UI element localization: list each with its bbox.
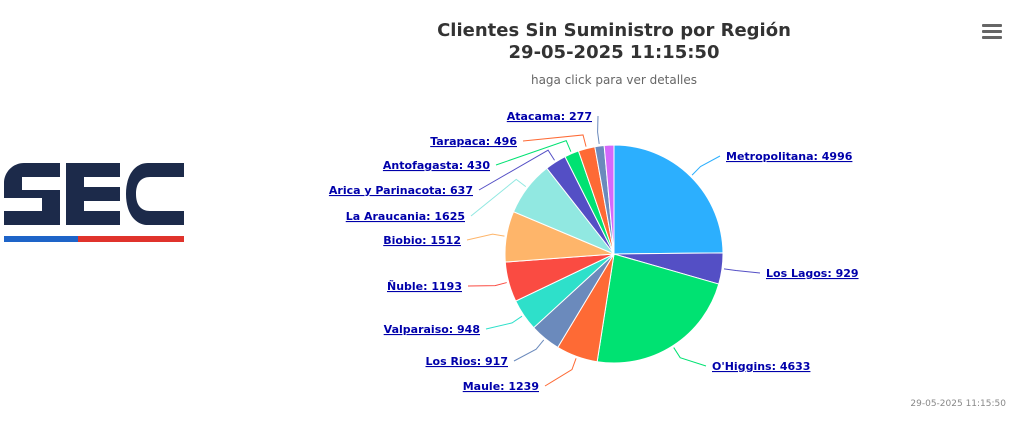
pie-connector-7 xyxy=(466,233,505,241)
pie-data-label[interactable]: Biobio: 1512 xyxy=(383,234,461,247)
pie-data-label[interactable]: Arica y Parinacota: 637 xyxy=(329,184,473,197)
pie-data-label[interactable]: Los Lagos: 929 xyxy=(766,267,859,280)
pie-connector-5 xyxy=(485,315,523,330)
pie-data-label[interactable]: Tarapaca: 496 xyxy=(430,135,517,148)
pie-connector-12 xyxy=(597,115,600,145)
pie-data-label[interactable]: La Araucania: 1625 xyxy=(346,210,465,223)
pie-data-label[interactable]: O'Higgins: 4633 xyxy=(712,360,810,373)
pie-connector-6 xyxy=(467,282,507,287)
pie-slices xyxy=(504,144,724,364)
pie-connector-3 xyxy=(544,358,577,387)
chart-timestamp: 29-05-2025 11:15:50 xyxy=(910,399,1006,409)
pie-slice-metropolitana[interactable] xyxy=(613,144,724,255)
pie-connector-4 xyxy=(513,339,545,362)
pie-connector-2 xyxy=(673,347,707,367)
pie-connector-1 xyxy=(723,268,761,274)
pie-data-label[interactable]: Antofagasta: 430 xyxy=(383,159,490,172)
pie-data-label[interactable]: Valparaiso: 948 xyxy=(384,323,480,336)
pie-data-label[interactable]: Ñuble: 1193 xyxy=(387,280,462,293)
pie-chart: Metropolitana: 4996 Los Lagos: 929 O'Higgi… xyxy=(329,110,859,393)
pie-data-label[interactable]: Metropolitana: 4996 xyxy=(726,150,853,163)
pie-connector-0 xyxy=(691,155,721,176)
pie-data-label[interactable]: Los Rios: 917 xyxy=(426,355,508,368)
pie-data-label[interactable]: Atacama: 277 xyxy=(507,110,592,123)
pie-data-label[interactable]: Maule: 1239 xyxy=(463,380,539,393)
